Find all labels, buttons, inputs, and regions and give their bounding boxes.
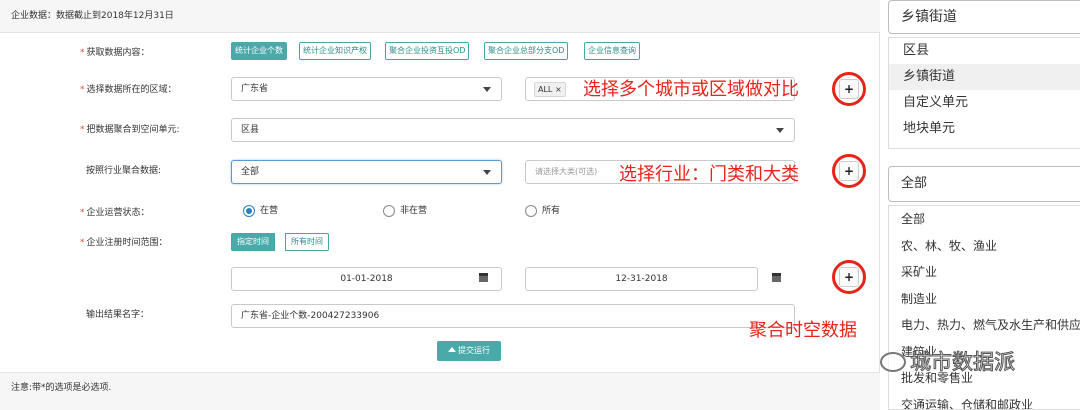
dropdown-option[interactable]: 制造业 <box>889 286 1080 313</box>
region-label: * 选择数据所在的区域： <box>80 85 177 95</box>
annotation-industry: 选择行业：门类和大类 <box>619 164 799 185</box>
dropdown-option[interactable]: 乡镇街道 <box>889 64 1080 90</box>
radio-icon <box>525 204 537 217</box>
highlight-circle <box>832 154 866 188</box>
highlight-circle <box>832 260 866 294</box>
annotation-time: 聚合时空数据 <box>749 320 857 341</box>
spatial-unit-dropdown-list: 区县 乡镇街道 自定义单元 地块单元 <box>888 37 1080 149</box>
time-specific-tab[interactable]: 指定时间 <box>231 233 275 251</box>
status-label: * 企业运营状态： <box>80 208 150 218</box>
aggregate-label: * 把数据聚合到空间单元: <box>80 125 180 135</box>
highlight-circle <box>832 72 866 106</box>
status-radio-all[interactable]: 所有 <box>525 204 560 218</box>
province-select[interactable]: 广东省 <box>231 77 502 101</box>
dropdown-option[interactable]: 采矿业 <box>889 259 1080 286</box>
output-name-input[interactable]: 广东省-企业个数-200427233906 <box>231 304 795 328</box>
option-company-info[interactable]: 企业信息查询 <box>584 42 640 60</box>
option-branch-od[interactable]: 聚合企业总部分支OD <box>484 42 569 60</box>
panel-footer: 注意:带*的选项是必选项. <box>0 372 880 410</box>
status-radio-inactive[interactable]: 非在营 <box>383 204 427 218</box>
option-company-ip[interactable]: 统计企业知识产权 <box>299 42 371 60</box>
submit-button[interactable]: 提交运行 <box>437 341 501 361</box>
dropdown-option[interactable]: 全部 <box>889 206 1080 233</box>
calendar-icon[interactable] <box>772 273 781 282</box>
time-all-tab[interactable]: 所有时间 <box>285 233 329 251</box>
radio-icon <box>243 204 255 217</box>
output-label: 输出结果名字： <box>86 310 150 320</box>
wechat-icon <box>880 352 906 372</box>
chevron-down-icon <box>483 170 491 175</box>
industry-dropdown-input[interactable]: 全部 <box>888 166 1080 202</box>
end-date-input[interactable]: 12-31-2018 <box>525 267 758 291</box>
dropdown-option[interactable]: 农、林、牧、渔业 <box>889 233 1080 260</box>
spatial-unit-select[interactable]: 区县 <box>231 118 795 142</box>
time-range-label: * 企业注册时间范围： <box>80 238 168 248</box>
upload-icon <box>448 347 456 352</box>
radio-icon <box>383 204 395 217</box>
start-date-input[interactable]: 01-01-2018 <box>231 267 502 291</box>
watermark: 城市数据派 <box>880 346 1080 382</box>
chevron-down-icon <box>483 87 491 92</box>
chevron-down-icon <box>776 128 784 133</box>
dropdown-option[interactable]: 电力、热力、燃气及水生产和供应业 <box>889 312 1080 339</box>
industry-label: 按照行业聚合数据: <box>86 166 162 176</box>
option-invest-od[interactable]: 聚合企业投资互投OD <box>385 42 470 60</box>
spatial-unit-dropdown-input[interactable]: 乡镇街道 <box>888 0 1080 34</box>
query-form-panel: 企业数据：数据截止到2018年12月31日 * 获取数据内容： 统计企业个数 统计… <box>0 0 880 410</box>
calendar-icon[interactable] <box>479 273 488 282</box>
industry-category-select[interactable]: 全部 <box>231 160 502 184</box>
status-radio-active[interactable]: 在营 <box>243 204 278 218</box>
dropdown-option[interactable]: 地块单元 <box>889 116 1080 142</box>
option-count-companies[interactable]: 统计企业个数 <box>231 42 287 60</box>
city-tag: ALL × <box>534 82 566 97</box>
dropdown-option[interactable]: 区县 <box>889 38 1080 64</box>
panel-header: 企业数据：数据截止到2018年12月31日 <box>0 0 880 33</box>
annotation-region: 选择多个城市或区域做对比 <box>583 79 799 100</box>
dropdown-option[interactable]: 交通运输、仓储和邮政业 <box>889 392 1080 410</box>
fetch-label: * 获取数据内容： <box>80 48 150 58</box>
dropdown-option[interactable]: 自定义单元 <box>889 90 1080 116</box>
tag-remove-icon[interactable]: × <box>555 85 562 94</box>
